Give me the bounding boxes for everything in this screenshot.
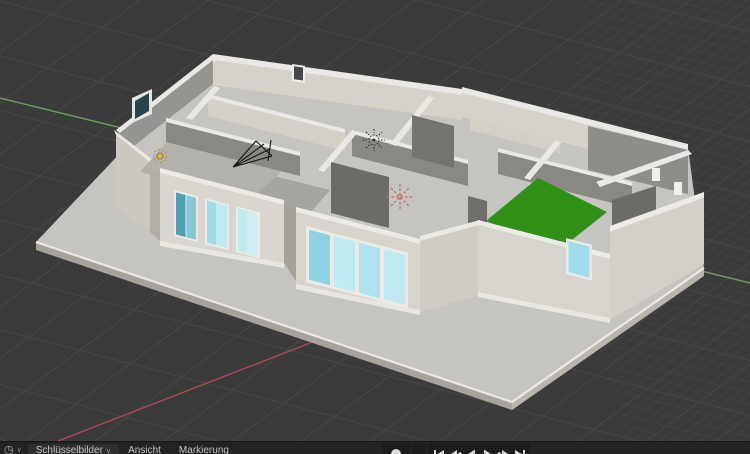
jump-to-end-icon: [514, 450, 525, 454]
previous-keyframe-button[interactable]: [447, 443, 463, 454]
menu-ansicht[interactable]: Ansicht: [119, 442, 170, 454]
previous-keyframe-icon: [450, 450, 462, 454]
auto-keyframe-record-button[interactable]: [382, 443, 410, 454]
keying-set-selector[interactable]: [412, 443, 426, 454]
next-keyframe-icon: [496, 450, 508, 454]
chevron-down-icon: ∨: [16, 447, 22, 454]
play-button[interactable]: [479, 443, 495, 454]
menu-markierung[interactable]: Markierung: [170, 442, 238, 454]
clock-icon: ◷: [4, 444, 14, 454]
jump-to-end-button[interactable]: [511, 443, 527, 454]
chevron-down-icon: ∨: [106, 448, 112, 454]
jump-to-start-button[interactable]: [431, 443, 447, 454]
record-icon: [391, 449, 401, 454]
play-reverse-button[interactable]: [463, 443, 479, 454]
timeline-editor-header: ◷ ∨ Schlüsselbilder ∨ Ansicht Markierung: [0, 441, 750, 454]
editor-type-selector[interactable]: ◷ ∨: [0, 442, 28, 454]
jump-to-start-icon: [433, 450, 444, 454]
3d-viewport[interactable]: [0, 0, 750, 441]
blender-window: ◷ ∨ Schlüsselbilder ∨ Ansicht Markierung: [0, 0, 750, 454]
playback-controls: [382, 443, 530, 454]
play-icon: [483, 449, 491, 454]
next-keyframe-button[interactable]: [495, 443, 511, 454]
play-reverse-icon: [467, 449, 475, 454]
sun-light-object[interactable]: [363, 129, 385, 151]
menu-schluesselbilder[interactable]: Schlüsselbilder ∨: [27, 444, 120, 454]
green-room-window: [566, 237, 592, 281]
